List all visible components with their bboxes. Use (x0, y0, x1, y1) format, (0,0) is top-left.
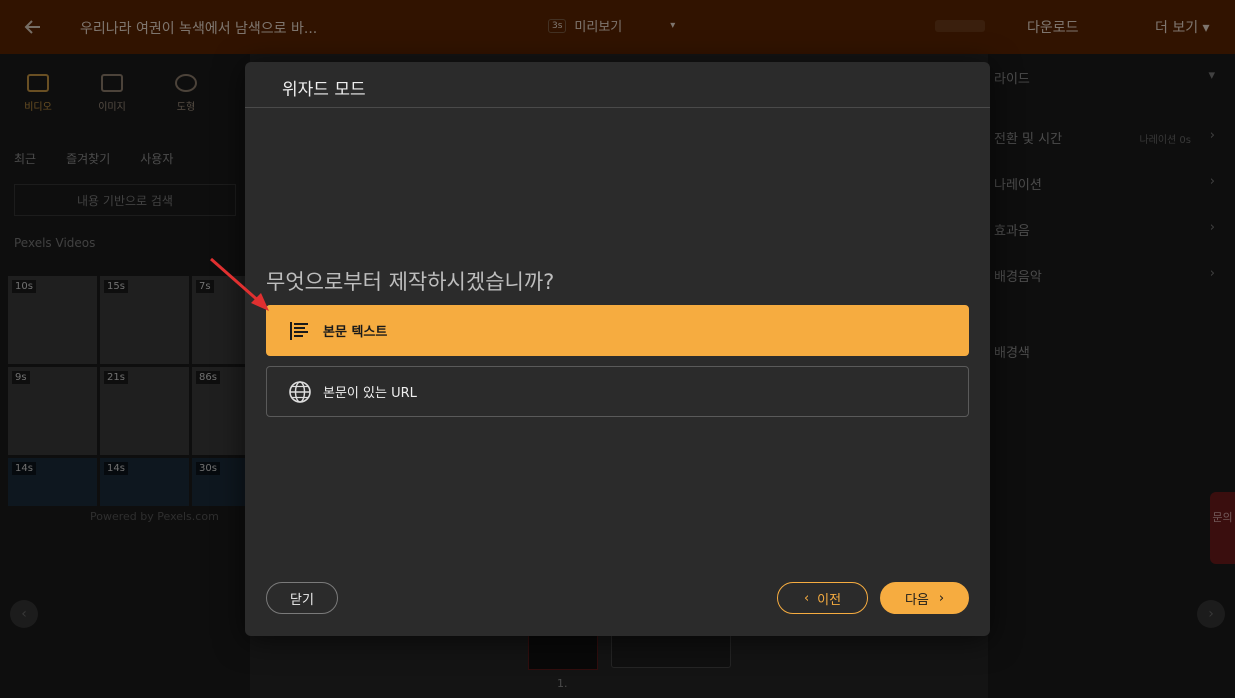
next-label: 다음 (904, 592, 929, 608)
chevron-right-icon: › (938, 590, 945, 606)
close-button[interactable]: 닫기 (266, 582, 338, 614)
previous-label: 이전 (817, 592, 842, 608)
chevron-left-icon: ‹ (803, 590, 810, 606)
text-lines-icon (287, 318, 313, 344)
next-button[interactable]: 다음 › (880, 582, 969, 614)
close-label: 닫기 (290, 592, 314, 608)
annotation-arrow-icon (210, 257, 269, 311)
option-body-text[interactable]: 본문 텍스트 (266, 305, 969, 356)
wizard-question: 무엇으로부터 제작하시겠습니까? (266, 270, 555, 294)
wizard-dialog: 위자드 모드 무엇으로부터 제작하시겠습니까? 본문 텍스트 본문이 있는 UR… (245, 62, 990, 636)
option-label: 본문 텍스트 (323, 325, 388, 340)
globe-icon (287, 379, 313, 405)
dialog-title: 위자드 모드 (245, 62, 990, 108)
option-url[interactable]: 본문이 있는 URL (266, 366, 969, 417)
app-window: 우리나라 여권이 녹색에서 남색으로 바... 3s 미리보기 ▾ 다운로드 더… (0, 0, 1235, 698)
previous-button[interactable]: ‹ 이전 (777, 582, 868, 614)
option-label: 본문이 있는 URL (323, 386, 417, 401)
